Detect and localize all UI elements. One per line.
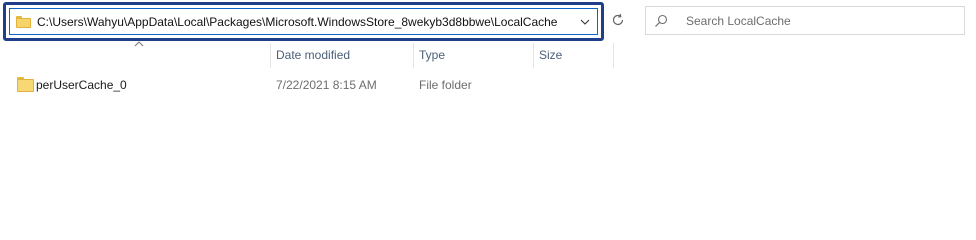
- row-name[interactable]: perUserCache_0: [36, 74, 127, 96]
- search-input[interactable]: Search LocalCache: [686, 14, 791, 28]
- address-bar-highlight: C:\Users\Wahyu\AppData\Local\Packages\Mi…: [3, 2, 604, 41]
- folder-icon: [16, 15, 31, 28]
- folder-icon: [17, 77, 34, 92]
- address-bar[interactable]: C:\Users\Wahyu\AppData\Local\Packages\Mi…: [9, 8, 598, 35]
- refresh-button[interactable]: [606, 8, 630, 32]
- file-explorer-window: C:\Users\Wahyu\AppData\Local\Packages\Mi…: [0, 0, 976, 217]
- refresh-icon: [612, 13, 624, 26]
- column-header-name[interactable]: [12, 43, 270, 68]
- column-header-size[interactable]: Size: [533, 43, 613, 68]
- address-dropdown-button[interactable]: [573, 9, 597, 34]
- search-icon: [646, 7, 676, 34]
- chevron-down-icon: [580, 19, 590, 25]
- column-header-type-label: Type: [419, 48, 446, 62]
- column-header-size-label: Size: [539, 48, 563, 62]
- table-row[interactable]: perUserCache_0 7/22/2021 8:15 AM File fo…: [12, 74, 612, 96]
- row-date-modified: 7/22/2021 8:15 AM: [276, 78, 377, 92]
- row-type: File folder: [419, 78, 472, 92]
- column-header-date-label: Date modified: [276, 48, 351, 62]
- column-header-date-modified[interactable]: Date modified: [270, 43, 414, 68]
- address-path[interactable]: C:\Users\Wahyu\AppData\Local\Packages\Mi…: [37, 15, 573, 29]
- column-header-type[interactable]: Type: [413, 43, 533, 68]
- search-box[interactable]: Search LocalCache: [645, 6, 965, 35]
- column-divider[interactable]: [613, 43, 614, 68]
